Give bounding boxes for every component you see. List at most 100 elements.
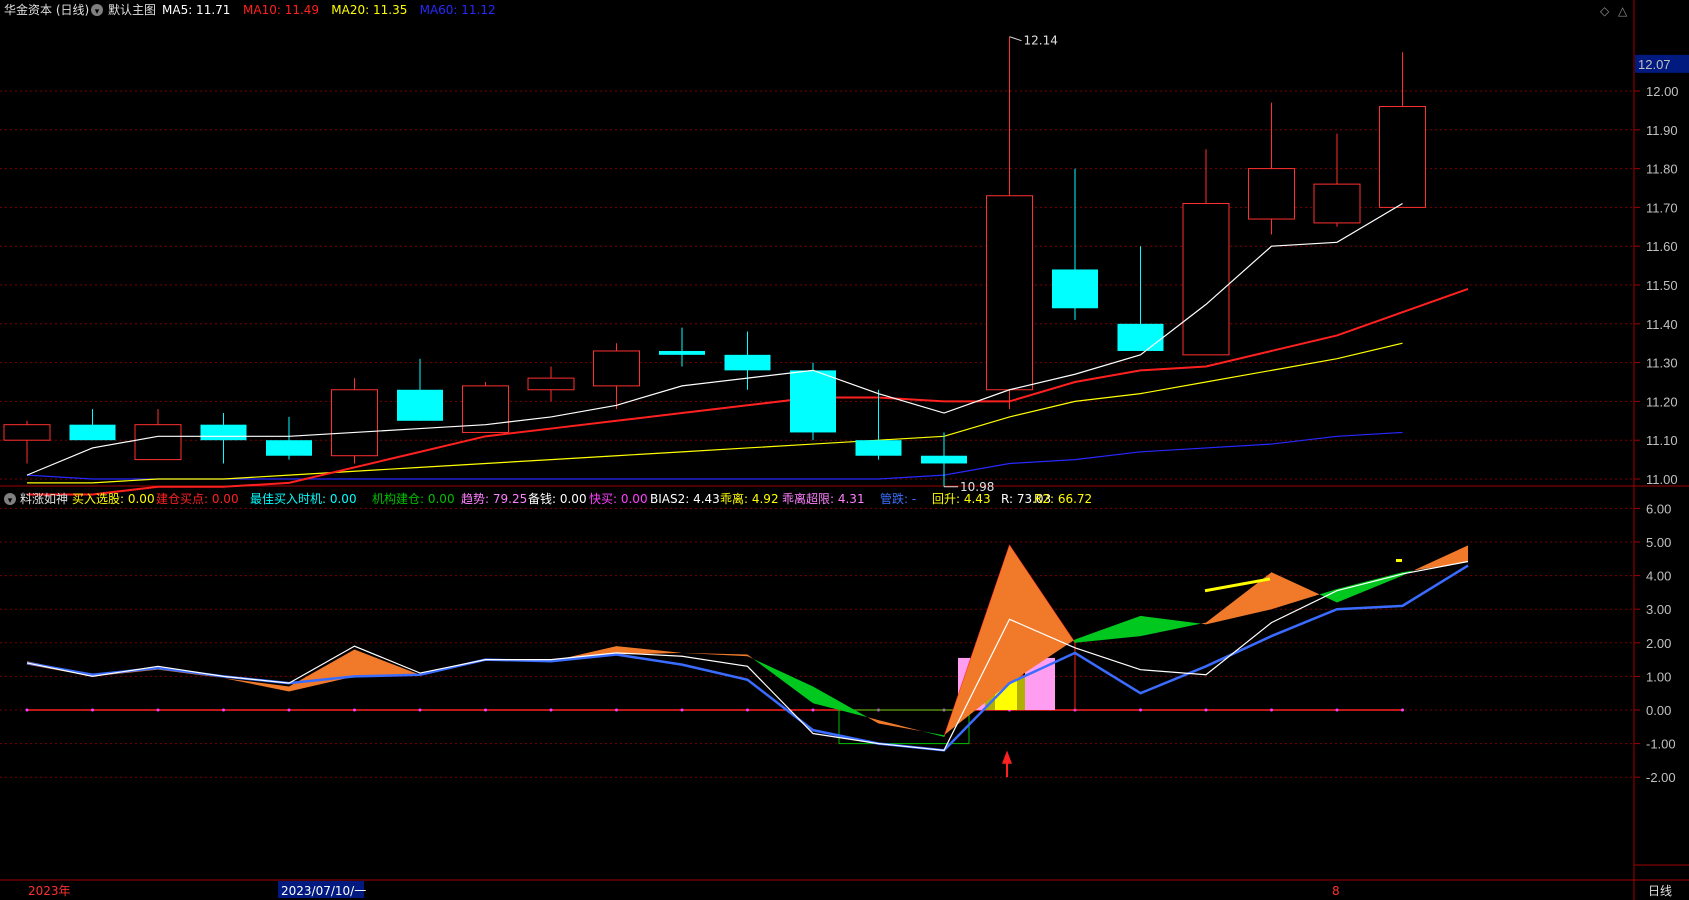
ribbon-segment (1319, 589, 1337, 603)
ribbon-segment (682, 652, 748, 657)
indicator-legend-item: 管跌: - (880, 491, 916, 506)
indicator-legend-item: 最佳买入时机: 0.00 (250, 492, 357, 506)
price-tick-label: 11.90 (1646, 123, 1678, 138)
indicator-tick-label: 4.00 (1646, 569, 1671, 584)
ribbon-segment (1140, 615, 1201, 637)
candle-body-up (1248, 168, 1295, 220)
current-price-label: 12.07 (1638, 57, 1671, 72)
price-tick-label: 11.70 (1646, 200, 1678, 215)
high-price-label: 12.14 (1024, 34, 1058, 48)
price-tick-label: 11.40 (1646, 317, 1678, 332)
indicator-legend-item: 备钱: 0.00 (528, 491, 587, 506)
candle-body-down (921, 455, 967, 464)
candle-body-up (1313, 183, 1361, 224)
baseline-dot (549, 708, 553, 712)
indicator-name[interactable]: 料涨如神 (20, 491, 68, 506)
price-tick-label: 11.50 (1646, 278, 1678, 293)
candle-body-down (1052, 269, 1098, 309)
candle-body-down (790, 370, 836, 433)
chevron-down-icon: ▾ (8, 495, 13, 505)
ma-legend: MA5: 11.71 MA10: 11.49 MA20: 11.35 MA60: 11… (162, 3, 496, 17)
ribbon-segment (747, 654, 754, 659)
ribbon-segment (922, 731, 944, 737)
indicator-tick-label: 0.00 (1646, 703, 1671, 718)
candle-body-up (1379, 106, 1426, 208)
collapse-icon[interactable]: △ (1618, 4, 1628, 18)
candle-body-up (1182, 203, 1230, 356)
template-label[interactable]: 默认主图 (108, 2, 156, 17)
date-cursor-label: 2023/07/10/一 (281, 884, 366, 898)
baseline-dot (746, 708, 749, 712)
indicator-legend-item: R2: 66.72 (1034, 492, 1092, 506)
ma-legend-item: MA20: 11.35 (331, 3, 407, 17)
ribbon-segment (878, 720, 923, 732)
diamond-icon[interactable]: ◇ (1600, 4, 1610, 18)
month-mark: 8 (1332, 884, 1340, 898)
chevron-down-icon: ▾ (95, 6, 100, 16)
ribbon-segment (813, 686, 868, 718)
candle-body-down (69, 424, 116, 441)
candle-body-up (593, 350, 640, 387)
candle-body-up (3, 424, 51, 441)
baseline-dot (1335, 708, 1339, 712)
baseline-dot (91, 708, 94, 712)
baseline-dot (25, 708, 29, 712)
price-panel[interactable]: 12.1410.98 (3, 34, 1469, 496)
buy-arrow-up-icon (1002, 750, 1012, 764)
indicator-tick-label: -2.00 (1646, 770, 1676, 785)
baseline-dot (680, 708, 684, 712)
candle-body-down (200, 424, 247, 441)
ribbon-segment (1075, 615, 1141, 643)
indicator-tick-label: -1.00 (1646, 737, 1676, 752)
indicator-tick-label: 5.00 (1646, 535, 1671, 550)
price-tick-label: 11.80 (1646, 162, 1678, 177)
indicator-legend-item: BIAS2: 4.43 (650, 492, 720, 506)
grid-lines (0, 0, 1689, 900)
baseline-dot (1204, 708, 1208, 712)
chart-canvas[interactable]: 12.1410.98 12.00 11.90 11.80 11.70 11.60 11.5… (0, 0, 1689, 900)
baseline-dot (615, 708, 618, 712)
candle-body-down (659, 350, 705, 355)
candle-body-down (397, 389, 443, 421)
candle-body-up (986, 195, 1033, 391)
indicator-tick-label: 3.00 (1646, 602, 1671, 617)
ribbon-segment (354, 649, 420, 677)
baseline-dot (1401, 708, 1404, 712)
ribbon-segment (867, 717, 879, 724)
candle-body-down (724, 354, 771, 371)
indicator-legend-item: 乖离: 4.92 (720, 491, 779, 506)
candle-body-up (134, 424, 182, 461)
baseline-dot (222, 708, 225, 712)
candle-body-down (855, 440, 902, 456)
high-pointer (1009, 36, 1022, 42)
ma-legend-item: MA10: 11.49 (243, 3, 319, 17)
right-axis: 12.00 11.90 11.80 11.70 11.60 11.50 11.40 11.30… (1634, 54, 1689, 785)
stock-title[interactable]: 华金资本 (日线) (4, 2, 89, 17)
ribbon-segment (289, 649, 355, 692)
baseline-dot (156, 708, 160, 712)
indicator-panel[interactable] (25, 544, 1469, 778)
candle-body-down (266, 440, 312, 456)
ma-legend-item: MA5: 11.71 (162, 3, 230, 17)
ribbon-segment (1271, 572, 1320, 610)
indicator-legend-item: 买入选股: 0.00 (72, 492, 155, 506)
baseline-dot (1270, 708, 1273, 712)
indicator-legend-item: 趋势: 79.25 (461, 492, 527, 506)
ma20-line (27, 342, 1403, 484)
baseline-dot (1139, 708, 1142, 712)
ma10-line (27, 287, 1469, 496)
price-tick-label: 11.00 (1646, 472, 1678, 487)
price-tick-label: 11.30 (1646, 356, 1678, 371)
period-label[interactable]: 日线 (1648, 884, 1672, 898)
header-bar: 华金资本 (日线) ▾ 默认主图 MA5: 11.71 MA10: 11.49 MA… (4, 2, 1628, 18)
price-tick-label: 12.00 (1646, 84, 1679, 99)
baseline-dot (484, 708, 487, 712)
candle-body-up (331, 389, 378, 457)
baseline-dot (353, 708, 356, 712)
candle-body-up (527, 377, 575, 391)
year-label: 2023年 (28, 884, 71, 898)
indicator-tick-label: 1.00 (1646, 669, 1671, 684)
price-tick-label: 11.20 (1646, 394, 1678, 409)
ribbon-segment (1200, 622, 1206, 625)
candle-body-down (1117, 323, 1164, 351)
